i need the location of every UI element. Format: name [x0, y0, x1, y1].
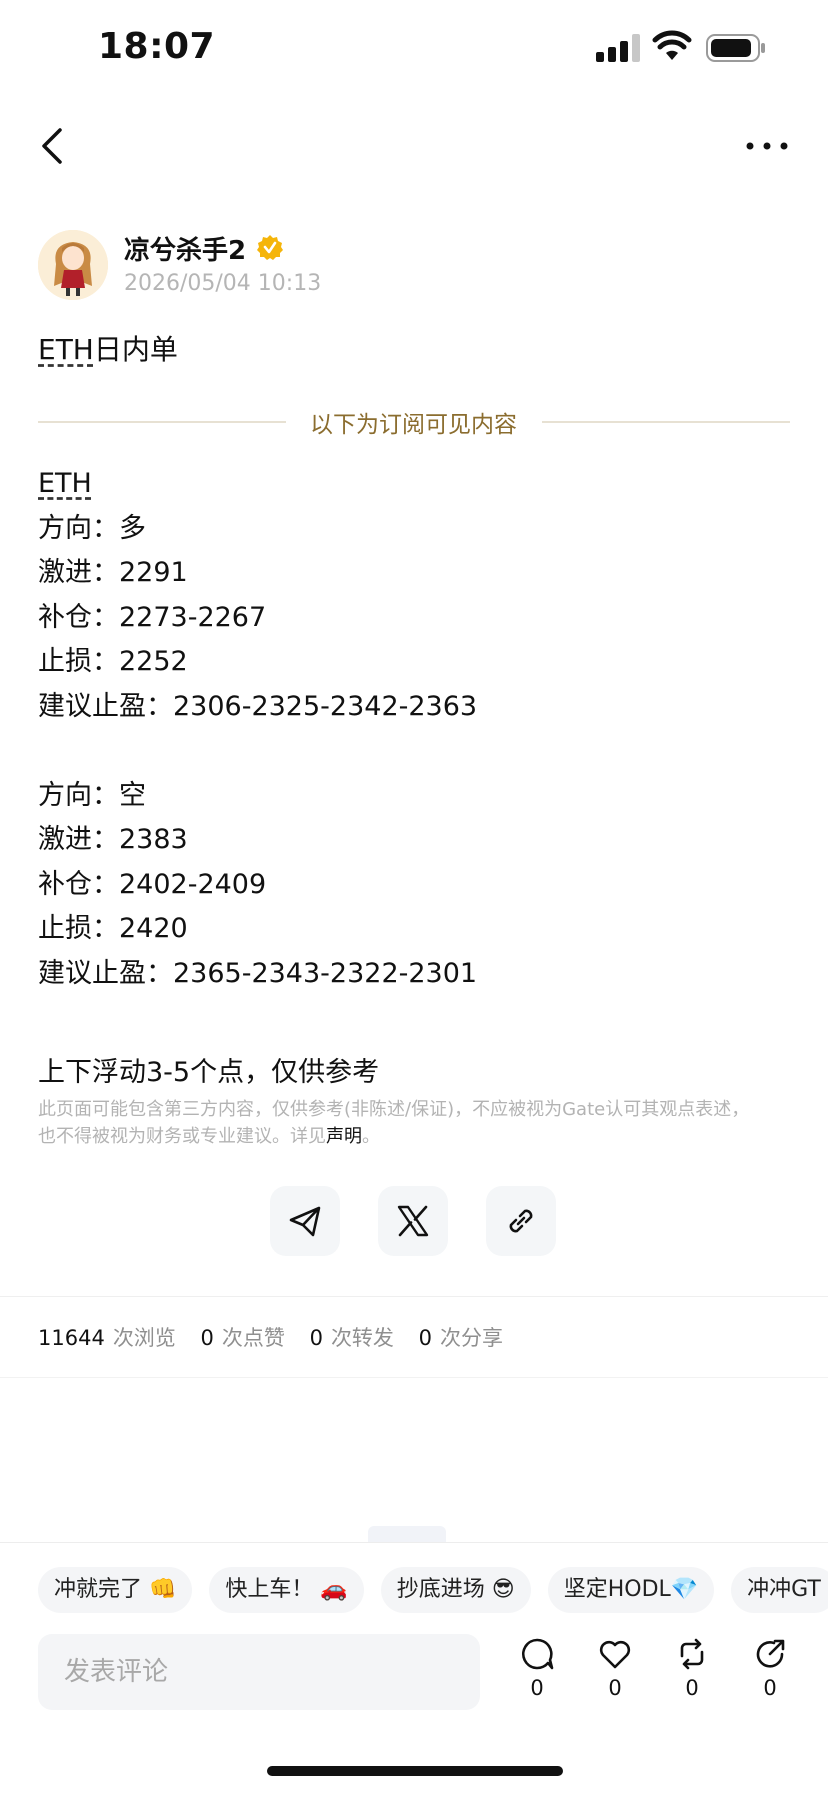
- copy-link-button[interactable]: [486, 1186, 556, 1256]
- share-telegram-button[interactable]: [270, 1186, 340, 1256]
- battery-icon: [706, 34, 765, 62]
- author-name[interactable]: 凉兮杀手2: [124, 230, 246, 267]
- disclaimer: 此页面可能包含第三方内容，仅供参考(非陈述/保证)，不应被视为Gate认可其观点…: [38, 1099, 750, 1147]
- post-stats: 11644 次浏览 0 次点赞 0 次转发 0 次分享: [38, 1326, 503, 1350]
- shares-count: 0: [418, 1326, 432, 1350]
- quick-reply-chip[interactable]: 抄底进场 😎: [380, 1567, 531, 1613]
- back-arrow-icon[interactable]: [34, 124, 74, 168]
- divider: [0, 1296, 828, 1297]
- more-options-icon[interactable]: [744, 128, 790, 164]
- divider-line-left: [38, 421, 286, 423]
- views-count: 11644: [38, 1326, 105, 1350]
- post-title-text: 日内单: [93, 333, 178, 366]
- short-add-position: 补仓：2402-2409: [38, 868, 267, 900]
- post-date: 2026/05/04 10:13: [124, 271, 322, 296]
- quick-reply-list: 冲就完了 👊 快上车！ 🚗 抄底进场 😎 坚定HODL💎 冲冲GT: [38, 1567, 828, 1613]
- subscriber-divider-label: 以下为订阅可见内容: [310, 412, 517, 438]
- short-direction: 方向：空: [38, 779, 146, 811]
- heart-icon: [599, 1640, 631, 1669]
- repost-icon: [680, 1638, 704, 1670]
- verified-badge-icon: [257, 235, 283, 260]
- quick-reply-chip[interactable]: 快上车！ 🚗: [209, 1567, 364, 1613]
- long-aggressive: 激进：2291: [38, 557, 188, 588]
- asset-tag-link[interactable]: ETH: [38, 333, 94, 366]
- cellular-signal-icon: [596, 34, 640, 62]
- telegram-icon: [289, 1206, 321, 1237]
- short-take-profit: 建议止盈：2365-2343-2322-2301: [38, 957, 478, 989]
- divider: [0, 1377, 828, 1378]
- asset-tag-link[interactable]: ETH: [38, 468, 92, 499]
- long-direction: 方向：多: [38, 512, 146, 544]
- comment-input[interactable]: 发表评论: [38, 1634, 480, 1710]
- comment-action-button[interactable]: 0: [512, 1636, 562, 1700]
- panel-grip[interactable]: [368, 1526, 446, 1542]
- share-x-button[interactable]: [378, 1186, 448, 1256]
- reposts-count: 0: [309, 1326, 323, 1350]
- repost-count: 0: [685, 1676, 699, 1700]
- long-take-profit: 建议止盈：2306-2325-2342-2363: [38, 690, 478, 722]
- share-action-button[interactable]: 0: [745, 1636, 795, 1700]
- long-stop-loss: 止损：2252: [38, 646, 188, 677]
- post-note: 上下浮动3-5个点，仅供参考: [38, 1057, 380, 1088]
- short-aggressive: 激进：2383: [38, 824, 188, 855]
- like-action-button[interactable]: 0: [590, 1636, 640, 1700]
- home-indicator[interactable]: [267, 1766, 563, 1776]
- share-count: 0: [763, 1676, 777, 1700]
- quick-reply-chip[interactable]: 冲就完了 👊: [38, 1567, 193, 1613]
- disclaimer-link[interactable]: 声明: [326, 1126, 362, 1147]
- status-time: 18:07: [98, 26, 216, 67]
- post-title: ETH日内单: [38, 328, 178, 368]
- link-icon: [509, 1209, 533, 1233]
- like-count: 0: [608, 1676, 622, 1700]
- short-stop-loss: 止损：2420: [38, 913, 188, 944]
- wifi-icon: [652, 30, 692, 60]
- comment-icon: [521, 1638, 554, 1670]
- quick-reply-chip[interactable]: 坚定HODL💎: [547, 1567, 715, 1613]
- repost-action-button[interactable]: 0: [667, 1636, 717, 1700]
- post-body: ETH 方向：多 激进：2291 补仓：2273-2267 止损：2252 建议…: [38, 462, 477, 996]
- likes-count: 0: [200, 1326, 214, 1350]
- quick-reply-chip[interactable]: 冲冲GT: [731, 1567, 828, 1613]
- divider-line-right: [542, 421, 790, 423]
- share-icon: [756, 1639, 785, 1668]
- long-add-position: 补仓：2273-2267: [38, 601, 267, 633]
- comment-count: 0: [530, 1676, 544, 1700]
- x-icon: [397, 1205, 429, 1237]
- author-avatar[interactable]: [38, 230, 108, 300]
